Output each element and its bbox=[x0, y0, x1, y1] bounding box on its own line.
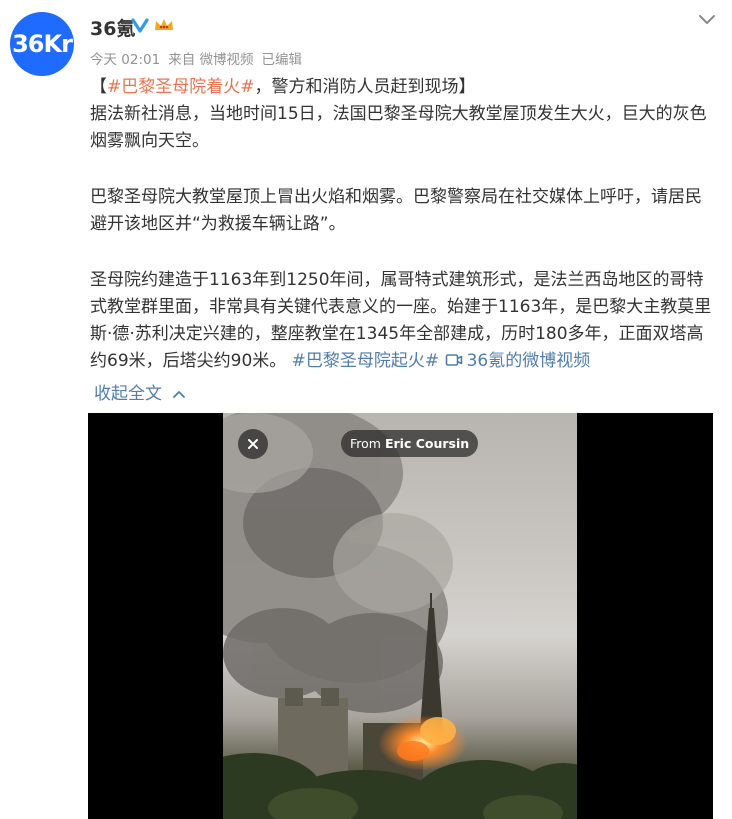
verified-icon bbox=[131, 18, 149, 33]
post-content: 【#巴黎圣母院着火#，警方和消防人员赶到现场】据法新社消息，当地时间15日，法国… bbox=[90, 74, 716, 375]
post-meta: 今天 02:01 来自 微博视频 已编辑 bbox=[90, 48, 310, 68]
avatar-logo-text: 36Kr bbox=[12, 30, 73, 58]
video-player[interactable]: From Eric Coursin bbox=[88, 413, 713, 819]
hashtag-link-2[interactable]: #巴黎圣母院起火# bbox=[292, 351, 440, 371]
chevron-up-icon bbox=[173, 391, 186, 398]
chevron-down-icon bbox=[699, 15, 715, 24]
bracket-open: 【 bbox=[90, 77, 107, 97]
from-prefix: From bbox=[350, 436, 381, 451]
video-source-link[interactable]: 36氪的微博视频 bbox=[445, 351, 591, 371]
video-icon bbox=[445, 354, 462, 366]
vip-crown-icon bbox=[155, 19, 173, 30]
username[interactable]: 36氪 bbox=[90, 14, 135, 41]
video-source-label: 36氪的微博视频 bbox=[466, 351, 591, 371]
paragraph-2: 巴黎圣母院大教堂屋顶上冒出火焰和烟雾。巴黎警察局在社交媒体上呼吁，请居民避开该地… bbox=[90, 187, 702, 234]
collapse-label: 收起全文 bbox=[94, 384, 162, 404]
video-frame-image bbox=[223, 413, 577, 819]
close-video-button[interactable] bbox=[238, 429, 268, 459]
headline-rest: ，警方和消防人员赶到现场】 bbox=[254, 77, 476, 97]
hashtag-link-1[interactable]: #巴黎圣母院着火# bbox=[107, 77, 255, 97]
post-time[interactable]: 今天 02:01 bbox=[90, 52, 160, 68]
video-source-pill: From Eric Coursin bbox=[341, 430, 479, 457]
close-icon bbox=[248, 439, 258, 449]
collapse-button[interactable]: 收起全文 bbox=[94, 379, 187, 404]
paragraph-3: 圣母院约建造于1163年到1250年间，属哥特式建筑形式，是法兰西岛地区的哥特式… bbox=[90, 267, 716, 375]
avatar[interactable]: 36Kr bbox=[10, 12, 74, 76]
post-source[interactable]: 来自 微博视频 bbox=[168, 52, 253, 68]
paragraph-1-body: 据法新社消息，当地时间15日，法国巴黎圣母院大教堂屋顶发生大火，巨大的灰色烟雾飘… bbox=[90, 104, 707, 151]
post-edited: 已编辑 bbox=[261, 52, 303, 68]
paragraph-1: 【#巴黎圣母院着火#，警方和消防人员赶到现场】据法新社消息，当地时间15日，法国… bbox=[90, 74, 716, 155]
video-frame: From Eric Coursin bbox=[223, 413, 577, 819]
user-badges bbox=[131, 16, 175, 34]
post-menu-button[interactable] bbox=[694, 10, 720, 32]
from-name: Eric Coursin bbox=[384, 436, 470, 451]
